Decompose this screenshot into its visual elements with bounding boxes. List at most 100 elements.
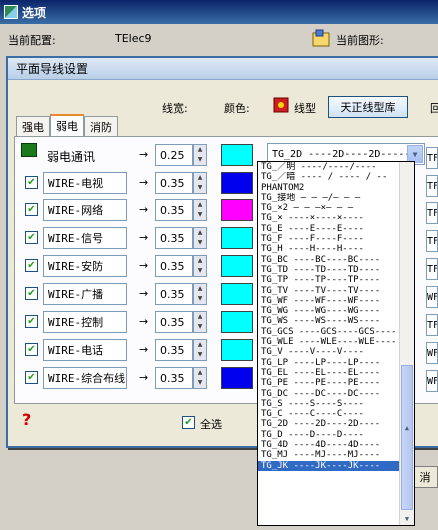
linetype-option[interactable]: TG_F ----F----F----	[258, 234, 400, 244]
linetype-option[interactable]: TG_EL ----EL----EL----	[258, 368, 400, 378]
width-spinner[interactable]: ▲ ▼	[193, 199, 207, 221]
wire-enable-checkbox[interactable]: ✔	[25, 176, 38, 189]
spin-down-icon[interactable]: ▼	[194, 378, 206, 388]
wire-width-input[interactable]: 0.35	[155, 255, 193, 277]
linetype-option[interactable]: TG_WG ----WG----WG----	[258, 306, 400, 316]
spin-up-icon[interactable]: ▲	[194, 368, 206, 378]
dropdown-scrollbar[interactable]: ▲ ▼	[399, 162, 414, 525]
width-spinner[interactable]: ▲ ▼	[193, 311, 207, 333]
linetype-select-stub[interactable]: TF	[426, 202, 438, 224]
cancel-button[interactable]: 消	[412, 466, 438, 488]
linetype-option[interactable]: TG_JK ----JK----JK----	[258, 460, 400, 471]
spin-up-icon[interactable]: ▲	[194, 228, 206, 238]
wire-name-field[interactable]: WIRE-电视	[43, 172, 127, 194]
color-swatch[interactable]	[221, 283, 253, 305]
spin-down-icon[interactable]: ▼	[194, 266, 206, 276]
width-spinner[interactable]: ▲ ▼	[193, 255, 207, 277]
spin-up-icon[interactable]: ▲	[194, 340, 206, 350]
spin-down-icon[interactable]: ▼	[194, 322, 206, 332]
color-swatch[interactable]	[221, 311, 253, 333]
wire-width-input[interactable]: 0.35	[155, 283, 193, 305]
linetype-option[interactable]: TG_4D ----4D----4D----	[258, 440, 400, 450]
color-swatch[interactable]	[221, 255, 253, 277]
linetype-option[interactable]: TG_WF ----WF----WF----	[258, 296, 400, 306]
linetype-option[interactable]: TG_MJ ----MJ----MJ----	[258, 450, 400, 460]
linetype-library-button[interactable]: 天正线型库	[328, 96, 408, 118]
help-icon[interactable]: ?	[22, 410, 31, 429]
linetype-select-stub[interactable]: TF	[426, 175, 438, 197]
linetype-option[interactable]: TG_×2 — — —×— — —	[258, 203, 400, 213]
wire-enable-checkbox[interactable]: ✔	[25, 343, 38, 356]
wire-width-input[interactable]: 0.35	[155, 227, 193, 249]
wire-enable-checkbox[interactable]: ✔	[25, 315, 38, 328]
spin-down-icon[interactable]: ▼	[194, 210, 206, 220]
width-spinner[interactable]: ▲ ▼	[193, 144, 207, 166]
linetype-option[interactable]: TG_／暗 ---- / ---- / --	[258, 172, 400, 182]
linetype-select-stub[interactable]: TF	[426, 230, 438, 252]
tab-weak-current[interactable]: 弱电	[50, 114, 84, 136]
spin-up-icon[interactable]: ▲	[194, 173, 206, 183]
linetype-option[interactable]: TG_E ----E----E----	[258, 224, 400, 234]
linetype-dropdown-list[interactable]: TG_／明 ----/----/---- TG_／暗 ---- / ---- / …	[257, 161, 415, 526]
linetype-option[interactable]: TG_BC ----BC----BC----	[258, 255, 400, 265]
spin-down-icon[interactable]: ▼	[194, 350, 206, 360]
linetype-option[interactable]: TG_S ----S----S----	[258, 399, 400, 409]
color-swatch[interactable]	[221, 227, 253, 249]
width-spinner[interactable]: ▲ ▼	[193, 367, 207, 389]
linetype-option[interactable]: TG_C ----C----C----	[258, 409, 400, 419]
window-title-bar[interactable]: 选项	[0, 0, 438, 24]
color-swatch[interactable]	[221, 172, 253, 194]
wire-enable-checkbox[interactable]: ✔	[25, 287, 38, 300]
color-swatch[interactable]	[221, 339, 253, 361]
linetype-option[interactable]: TG_× ----×----×----	[258, 213, 400, 223]
spin-down-icon[interactable]: ▼	[194, 155, 206, 165]
width-spinner[interactable]: ▲ ▼	[193, 227, 207, 249]
spin-down-icon[interactable]: ▼	[194, 183, 206, 193]
linetype-option[interactable]: TG_TV ----TV----TV----	[258, 286, 400, 296]
width-spinner[interactable]: ▲ ▼	[193, 339, 207, 361]
wire-enable-checkbox[interactable]: ✔	[25, 203, 38, 216]
linetype-option[interactable]: TG_WLE ----WLE----WLE----	[258, 337, 400, 347]
spin-up-icon[interactable]: ▲	[194, 312, 206, 322]
linetype-option[interactable]: TG_WS ----WS----WS----	[258, 316, 400, 326]
linetype-option[interactable]: PHANTOM2	[258, 183, 400, 193]
spin-up-icon[interactable]: ▲	[194, 256, 206, 266]
linetype-option[interactable]: TG_接地 — — —/— — —	[258, 193, 400, 203]
wire-name-field[interactable]: WIRE-广播	[43, 283, 127, 305]
linetype-option[interactable]: TG_TP ----TP----TP----	[258, 275, 400, 285]
linetype-option[interactable]: TG_GCS ----GCS----GCS----	[258, 327, 400, 337]
linetype-select-stub[interactable]: WF	[426, 286, 438, 308]
wire-width-input[interactable]: 0.25	[155, 144, 193, 166]
wire-width-input[interactable]: 0.35	[155, 199, 193, 221]
spin-up-icon[interactable]: ▲	[194, 284, 206, 294]
spin-up-icon[interactable]: ▲	[194, 145, 206, 155]
wire-width-input[interactable]: 0.35	[155, 367, 193, 389]
width-spinner[interactable]: ▲ ▼	[193, 283, 207, 305]
scrollbar-thumb[interactable]	[401, 365, 413, 510]
wire-name-field[interactable]: WIRE-综合布线	[43, 367, 127, 389]
linetype-select-stub[interactable]: TF	[426, 147, 438, 169]
tab-strong-current[interactable]: 强电	[16, 116, 50, 136]
select-all-checkbox[interactable]: ✔	[182, 416, 195, 429]
wire-enable-checkbox[interactable]: ✔	[25, 259, 38, 272]
spin-up-icon[interactable]: ▲	[194, 200, 206, 210]
wire-width-input[interactable]: 0.35	[155, 311, 193, 333]
wire-name-field[interactable]: WIRE-电话	[43, 339, 127, 361]
linetype-option[interactable]: TG_LP ----LP----LP----	[258, 358, 400, 368]
linetype-option[interactable]: TG_TD ----TD----TD----	[258, 265, 400, 275]
linetype-option[interactable]: TG_DC ----DC----DC----	[258, 389, 400, 399]
linetype-option[interactable]: TG_D ----D----D----	[258, 430, 400, 440]
tab-fire-protection[interactable]: 消防	[84, 116, 118, 136]
spin-down-icon[interactable]: ▼	[194, 294, 206, 304]
color-swatch[interactable]	[221, 199, 253, 221]
linetype-select-stub[interactable]: WF	[426, 370, 438, 392]
scroll-up-icon[interactable]: ▲	[401, 422, 413, 434]
wire-name-field[interactable]: WIRE-控制	[43, 311, 127, 333]
linetype-select-stub[interactable]: TF	[426, 314, 438, 336]
color-swatch[interactable]	[221, 144, 253, 166]
wire-name-field[interactable]: WIRE-信号	[43, 227, 127, 249]
dialog-title-bar[interactable]: 平面导线设置	[8, 58, 438, 80]
wire-enable-checkbox[interactable]: ✔	[25, 231, 38, 244]
wire-width-input[interactable]: 0.35	[155, 339, 193, 361]
wire-name-field[interactable]: WIRE-安防	[43, 255, 127, 277]
